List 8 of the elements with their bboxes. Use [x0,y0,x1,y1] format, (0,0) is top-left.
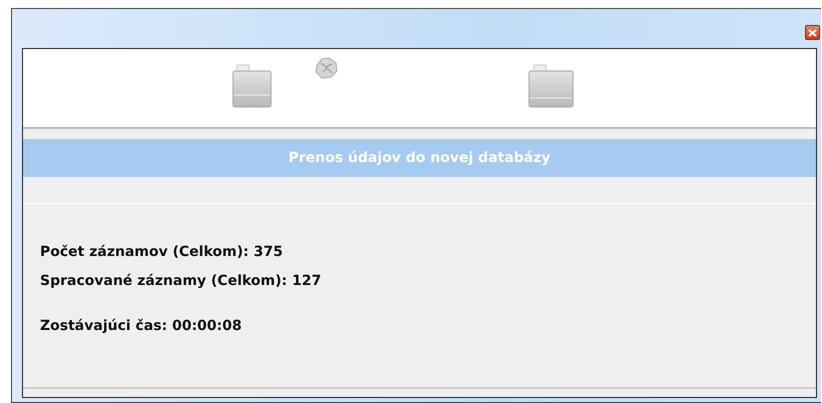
close-icon [808,28,817,36]
stat-line: Počet záznamov (Celkom): 375 [40,243,283,262]
close-button[interactable] [805,25,820,40]
stat-line: Spracované záznamy (Celkom): 127 [40,272,322,291]
banner-title: Prenos údajov do novej databázy [288,150,551,166]
folder-icon [528,63,574,109]
stat-line: Zostávajúci čas: 00:00:08 [40,317,242,336]
folder-icon [232,63,272,109]
